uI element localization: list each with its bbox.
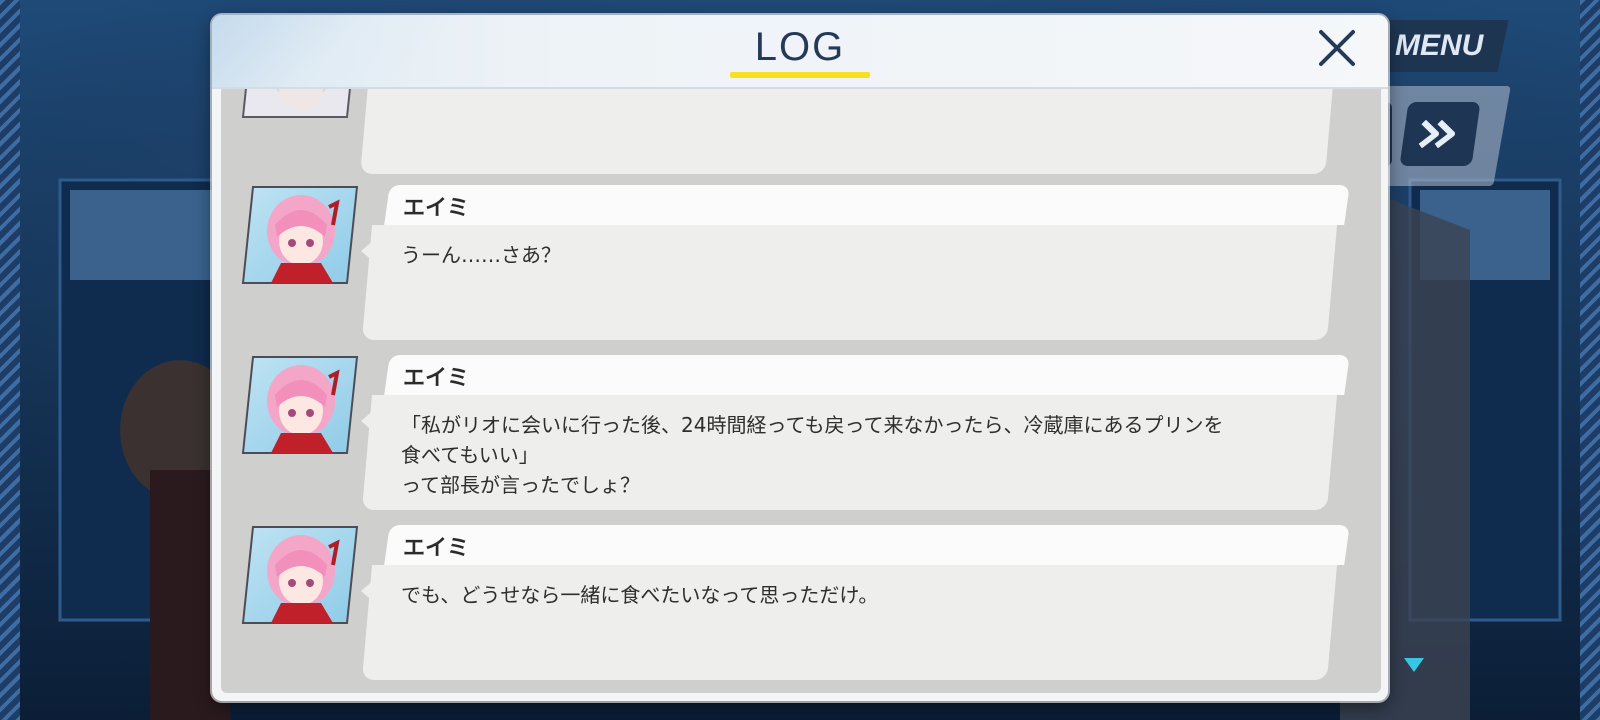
- dialogue-text: でも、どうせなら一緒に食べたいなって思っただけ。: [401, 583, 879, 607]
- dialogue-text: 「私がリオに会いに行った後、24時間経っても戻って来なかったら、冷蔵庫にあるプリ…: [401, 413, 1224, 497]
- dialogue-bubble: エイミ 「私がリオに会いに行った後、24時間経っても戻って来なかったら、冷蔵庫に…: [359, 355, 1354, 510]
- text-body: [360, 89, 1339, 174]
- bubble-tail: [361, 409, 375, 433]
- log-list[interactable]: エイミ うーん……さあ？ エイミ 「私がリオに会いに行った後、24時間経っても戻…: [221, 89, 1381, 693]
- menu-label: MENU: [1394, 29, 1484, 62]
- log-window: LOG エイミ うーん……さあ？ エイミ 「私がリオに会いに行った後、24時間経…: [212, 15, 1388, 701]
- dialogue-bubble: エイミ うーん……さあ？: [359, 185, 1354, 340]
- dialogue-text: うーん……さあ？: [401, 243, 561, 267]
- bubble-tail: [361, 239, 375, 263]
- title-underline: [730, 72, 870, 78]
- fast-forward-button[interactable]: [1399, 102, 1481, 166]
- character-portrait: [241, 356, 359, 454]
- speaker-strip: [384, 185, 1350, 225]
- close-icon: [1319, 30, 1355, 66]
- left-edge-decoration: [0, 0, 20, 720]
- fast-forward-icon: [1418, 120, 1456, 148]
- speaker-name: エイミ: [403, 366, 470, 391]
- dialogue-bubble: エイミ でも、どうせなら一緒に食べたいなって思っただけ。: [359, 525, 1354, 680]
- log-header: LOG: [212, 15, 1388, 89]
- character-portrait: [241, 186, 359, 284]
- speaker-name: エイミ: [403, 536, 470, 561]
- speaker-name: エイミ: [403, 196, 470, 221]
- right-edge-decoration: [1580, 0, 1600, 720]
- speaker-strip: [384, 525, 1350, 565]
- scroll-down-indicator-icon: [1404, 658, 1424, 672]
- bubble-tail: [361, 579, 375, 603]
- dialogue-bubble: [359, 89, 1354, 174]
- speaker-strip: [384, 355, 1350, 395]
- character-portrait: [241, 526, 359, 624]
- close-button[interactable]: [1312, 23, 1362, 73]
- log-title: LOG: [754, 25, 846, 69]
- menu-button[interactable]: MENU: [1369, 20, 1509, 72]
- character-portrait: [241, 89, 351, 118]
